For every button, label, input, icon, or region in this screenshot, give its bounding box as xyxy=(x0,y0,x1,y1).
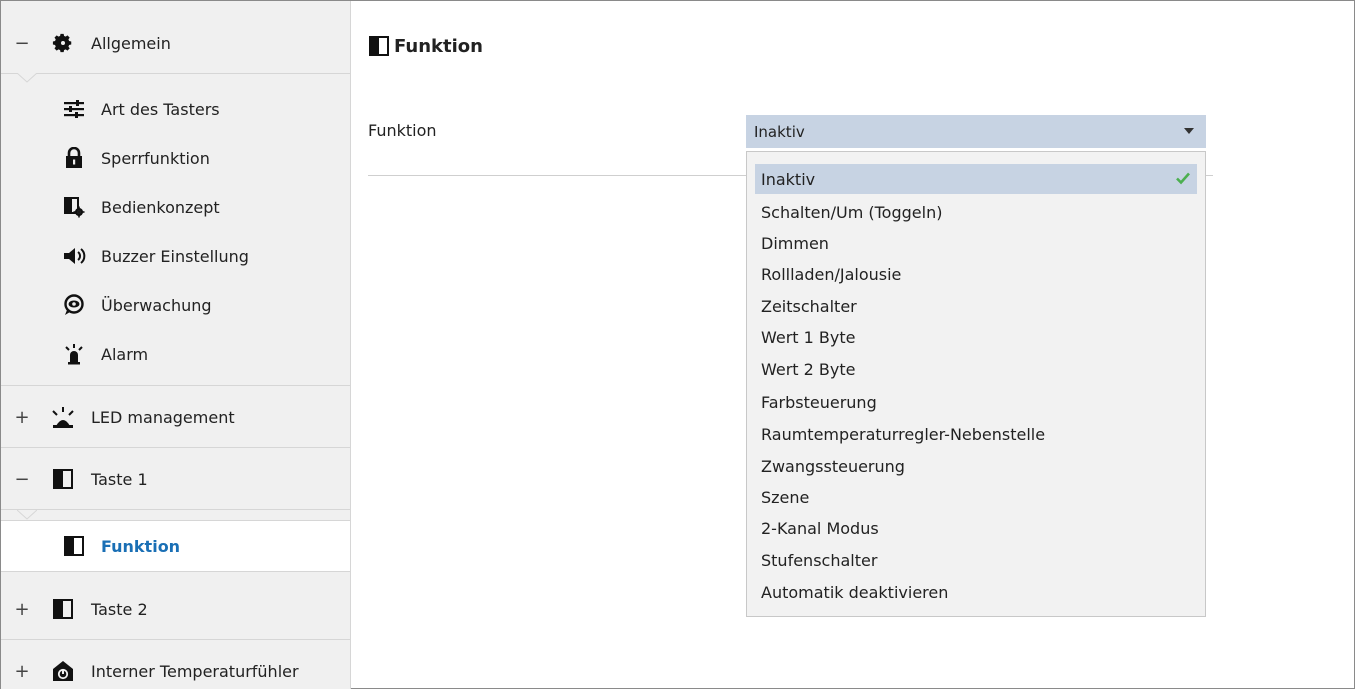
expand-toggle[interactable]: + xyxy=(9,407,35,428)
sliders-icon xyxy=(61,96,87,122)
sidebar-group-label: LED management xyxy=(91,407,235,427)
divider xyxy=(1,385,350,386)
button-panel-icon xyxy=(61,533,87,559)
notch-indicator xyxy=(17,73,37,83)
sidebar-item-bedienkonzept[interactable]: Bedienkonzept xyxy=(1,183,350,231)
expand-toggle[interactable]: + xyxy=(9,599,35,620)
dropdown-option[interactable]: Dimmen xyxy=(755,228,1197,258)
dropdown-option[interactable]: Szene xyxy=(755,482,1197,512)
thermometer-house-icon xyxy=(49,657,77,685)
button-panel-icon xyxy=(49,595,77,623)
sidebar-item-label: Funktion xyxy=(101,536,181,556)
gear-icon xyxy=(49,29,77,57)
concept-gear-icon xyxy=(61,194,87,220)
sidebar-item-label: Bedienkonzept xyxy=(101,197,220,217)
collapse-toggle[interactable]: − xyxy=(9,33,35,54)
chevron-down-icon[interactable] xyxy=(1184,128,1194,134)
sidebar-item-label: Überwachung xyxy=(101,295,212,315)
funktion-dropdown-list: Inaktiv Schalten/Um (Toggeln) Dimmen Rol… xyxy=(746,151,1206,617)
sidebar-item-buzzer-einstellung[interactable]: Buzzer Einstellung xyxy=(1,232,350,280)
led-icon xyxy=(49,403,77,431)
sidebar-group-label: Interner Temperaturfühler xyxy=(91,661,299,681)
sidebar-item-label: Sperrfunktion xyxy=(101,148,210,168)
select-value: Inaktiv xyxy=(754,122,805,141)
collapse-toggle[interactable]: − xyxy=(9,469,35,490)
sidebar-group-label: Taste 2 xyxy=(91,599,148,619)
sidebar-group-interner-temperaturfuehler[interactable]: + Interner Temperaturfühler xyxy=(1,641,350,689)
button-panel-icon xyxy=(49,465,77,493)
dropdown-option[interactable]: Zwangssteuerung xyxy=(755,451,1197,481)
page-title: Funktion xyxy=(368,35,483,57)
notch-indicator xyxy=(17,510,37,520)
funktion-param-label: Funktion xyxy=(368,121,437,140)
sidebar-item-label: Alarm xyxy=(101,344,149,364)
sidebar-item-art-des-tasters[interactable]: Art des Tasters xyxy=(1,85,350,133)
dropdown-option[interactable]: Wert 2 Byte xyxy=(755,354,1197,384)
page-title-text: Funktion xyxy=(394,35,483,57)
dropdown-option[interactable]: Zeitschalter xyxy=(755,291,1197,321)
sidebar-item-sperrfunktion[interactable]: Sperrfunktion xyxy=(1,134,350,182)
dropdown-option[interactable]: Schalten/Um (Toggeln) xyxy=(755,197,1197,227)
sidebar-item-label: Art des Tasters xyxy=(101,99,220,119)
lock-icon xyxy=(61,145,87,171)
expand-toggle[interactable]: + xyxy=(9,661,35,682)
dropdown-option-inaktiv[interactable]: Inaktiv xyxy=(755,164,1197,194)
sidebar-group-label: Taste 1 xyxy=(91,469,148,489)
button-panel-icon xyxy=(368,35,390,57)
sidebar-group-led-management[interactable]: + LED management xyxy=(1,387,350,448)
sidebar-item-funktion[interactable]: Funktion xyxy=(1,520,350,572)
alarm-icon xyxy=(61,341,87,367)
dropdown-option[interactable]: Rollladen/Jalousie xyxy=(755,259,1197,289)
funktion-select[interactable]: Inaktiv xyxy=(746,115,1206,148)
sidebar: − Allgemein Art des Tasters Sperrfunktio… xyxy=(1,1,351,689)
speaker-icon xyxy=(61,243,87,269)
sidebar-item-label: Buzzer Einstellung xyxy=(101,246,249,266)
sidebar-group-allgemein[interactable]: − Allgemein xyxy=(1,13,350,74)
sidebar-group-taste-2[interactable]: + Taste 2 xyxy=(1,579,350,640)
sidebar-group-taste-1[interactable]: − Taste 1 xyxy=(1,449,350,510)
check-icon xyxy=(1175,170,1191,190)
dropdown-option[interactable]: Stufenschalter xyxy=(755,545,1197,575)
dropdown-option[interactable]: Automatik deaktivieren xyxy=(755,577,1197,607)
eye-icon xyxy=(61,292,87,318)
sidebar-item-ueberwachung[interactable]: Überwachung xyxy=(1,281,350,329)
dropdown-option[interactable]: Wert 1 Byte xyxy=(755,322,1197,352)
dropdown-option[interactable]: 2-Kanal Modus xyxy=(755,513,1197,543)
dropdown-option[interactable]: Raumtemperaturregler-Nebenstelle xyxy=(755,419,1197,449)
sidebar-group-label: Allgemein xyxy=(91,33,171,53)
sidebar-item-alarm[interactable]: Alarm xyxy=(1,330,350,378)
dropdown-option[interactable]: Farbsteuerung xyxy=(755,387,1197,417)
main-panel: Funktion Funktion Inaktiv Inaktiv Schalt… xyxy=(352,1,1352,687)
